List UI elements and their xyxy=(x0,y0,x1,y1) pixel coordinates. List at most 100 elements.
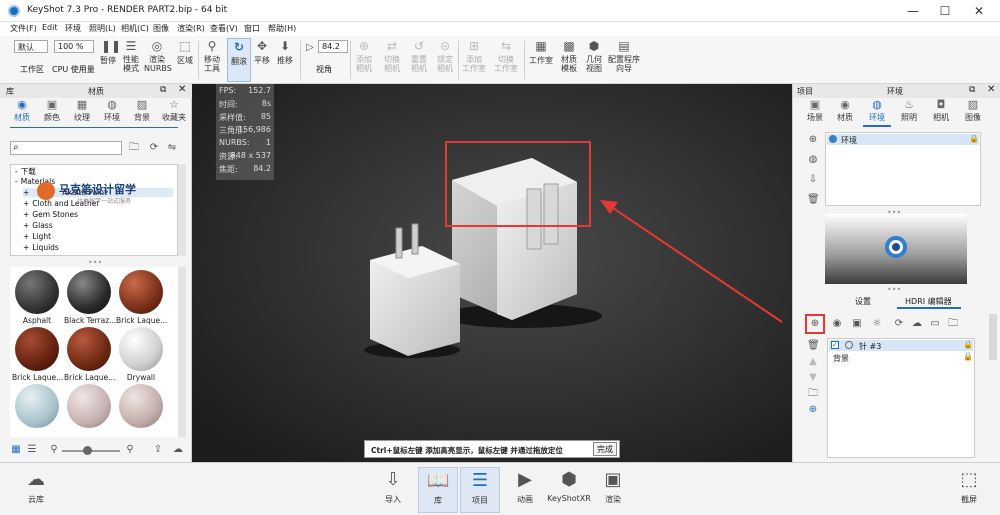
refresh-folder-icon[interactable]: ⟳ xyxy=(148,142,160,154)
tab-scene[interactable]: ▣ 场景 xyxy=(801,99,829,123)
swatch-glass-1[interactable] xyxy=(12,384,62,430)
menu-camera[interactable]: 相机(C) xyxy=(121,23,149,34)
close-panel-icon[interactable]: ✕ xyxy=(178,84,186,95)
swatch-drywall[interactable]: Drywall xyxy=(116,327,166,382)
tree-item-liquids[interactable]: + Liquids xyxy=(23,243,59,252)
field-of-view-input[interactable]: 84.2 xyxy=(318,40,348,53)
render-nurbs-button[interactable]: ◎ 渲染 NURBS xyxy=(144,38,172,82)
refresh-icon[interactable]: ⟳ xyxy=(893,318,905,330)
lock-icon[interactable]: 🔒 xyxy=(963,340,973,349)
region-button[interactable]: ⬚ 区域 xyxy=(174,38,196,82)
reset-camera-button[interactable]: ↺ 重置 相机 xyxy=(407,38,431,82)
duplicate-environment-icon[interactable]: ◍ xyxy=(807,154,819,166)
library-button[interactable]: 📖 库 xyxy=(418,467,458,513)
switch-studio-button[interactable]: ⇆ 切换 工作室 xyxy=(492,38,520,82)
lock-icon[interactable]: 🔒 xyxy=(963,352,973,361)
pin-list-item[interactable]: ✓ 针 #3 🔒 xyxy=(829,340,973,351)
add-to-library-icon[interactable]: ⇩ xyxy=(807,174,819,186)
performance-mode-button[interactable]: ☰ 性能 模式 xyxy=(120,38,142,82)
subtab-settings[interactable]: 设置 xyxy=(855,296,871,307)
project-button[interactable]: ☰ 项目 xyxy=(460,467,500,513)
tab-material[interactable]: ◉ 材质 xyxy=(831,99,859,123)
animation-button[interactable]: ▶ 动画 xyxy=(510,467,540,513)
menu-file[interactable]: 文件(F) xyxy=(10,23,37,34)
swatch-glass-3[interactable] xyxy=(116,384,166,430)
add-pin-icon[interactable]: ⊕ xyxy=(809,318,821,330)
lock-icon[interactable]: 🔒 xyxy=(969,134,979,143)
pan-button[interactable]: ✥ 平移 xyxy=(252,38,272,82)
menu-window[interactable]: 窗口 xyxy=(244,23,260,34)
menu-help[interactable]: 帮助(H) xyxy=(268,23,296,34)
target-icon[interactable]: ⊕ xyxy=(807,404,819,416)
configurator-wizard-button[interactable]: ▤ 配置程序 向导 xyxy=(607,38,641,82)
tab-lighting[interactable]: ♨ 照明 xyxy=(895,99,923,123)
delete-pin-icon[interactable]: 🗑 xyxy=(807,340,820,352)
sync-icon[interactable]: ⇋ xyxy=(166,142,178,154)
tab-materials[interactable]: ◉ 材质 xyxy=(8,99,36,123)
save-icon[interactable]: ▭ xyxy=(929,318,941,330)
add-studio-button[interactable]: ⊞ 添加 工作室 xyxy=(460,38,488,82)
studio-button[interactable]: ▦ 工作室 xyxy=(528,38,554,82)
add-camera-button[interactable]: ⊕ 添加 相机 xyxy=(352,38,376,82)
swatch-scrollbar[interactable] xyxy=(178,267,186,437)
folder-open-icon[interactable]: 🗀 xyxy=(947,318,959,330)
folder-icon[interactable]: 🗀 xyxy=(128,142,140,154)
screenshot-button[interactable]: ⬚ 截屏 xyxy=(954,467,984,513)
subtab-hdri-editor[interactable]: HDRI 编辑器 xyxy=(905,296,952,307)
tab-environment[interactable]: ◍ 环境 xyxy=(863,99,891,123)
close-panel-icon[interactable]: ✕ xyxy=(987,84,995,95)
pause-button[interactable]: ❚❚ 暂停 xyxy=(98,38,121,82)
switch-camera-button[interactable]: ⇄ 切换 相机 xyxy=(380,38,404,82)
menu-environment[interactable]: 环境 xyxy=(65,23,81,34)
tab-colors[interactable]: ▣ 颜色 xyxy=(38,99,66,123)
popout-icon[interactable]: ⧉ xyxy=(160,85,166,95)
swatch-brick-lacquer-3[interactable]: Brick Laque... xyxy=(64,327,115,382)
menu-edit[interactable]: Edit xyxy=(42,23,58,32)
menu-lighting[interactable]: 照明(L) xyxy=(89,23,116,34)
minimize-button[interactable]: — xyxy=(900,2,926,20)
tab-backplates[interactable]: ▨ 背景 xyxy=(128,99,156,123)
list-view-icon[interactable]: ☰ xyxy=(26,444,38,456)
tab-favorites[interactable]: ☆ 收藏夹 xyxy=(158,99,190,123)
workspace-select[interactable]: 默认 xyxy=(14,40,48,53)
menu-render[interactable]: 渲染(R) xyxy=(177,23,205,34)
hint-done-button[interactable]: 完成 xyxy=(593,442,617,456)
tree-item-light[interactable]: + Light xyxy=(23,232,51,241)
delete-environment-icon[interactable]: 🗑 xyxy=(807,194,820,206)
swatch-asphalt[interactable]: Asphalt xyxy=(12,270,62,325)
cloud-sync-icon[interactable]: ☁ xyxy=(172,444,184,456)
move-tool-button[interactable]: ⚲ 移动 工具 xyxy=(200,38,224,82)
maximize-button[interactable]: ☐ xyxy=(932,2,958,20)
add-pin-rect-icon[interactable]: ▣ xyxy=(851,318,863,330)
cloud-library-button[interactable]: ☁ 云库 xyxy=(18,467,54,513)
move-up-icon[interactable]: ▲ xyxy=(807,356,819,368)
tree-item-glass[interactable]: + Glass xyxy=(23,221,53,230)
tab-camera[interactable]: ◘ 相机 xyxy=(927,99,955,123)
splitter-dots[interactable]: ••• xyxy=(88,258,102,267)
tab-image[interactable]: ▨ 图像 xyxy=(959,99,987,123)
move-down-icon[interactable]: ▼ xyxy=(807,372,819,384)
menu-image[interactable]: 图像 xyxy=(153,23,169,34)
popout-icon[interactable]: ⧉ xyxy=(969,85,975,95)
add-environment-icon[interactable]: ⊕ xyxy=(807,134,819,146)
cpu-usage-select[interactable]: 100 % xyxy=(54,40,94,53)
tree-item-downloads[interactable]: - 下载 xyxy=(15,166,36,177)
material-template-button[interactable]: ▩ 材质 模板 xyxy=(557,38,581,82)
tab-environments[interactable]: ◍ 环境 xyxy=(98,99,126,123)
lock-camera-button[interactable]: ⊝ 锁定 相机 xyxy=(433,38,457,82)
pin-scrollbar[interactable] xyxy=(989,314,997,360)
cloud-icon[interactable]: ☁ xyxy=(911,318,923,330)
add-pin-image-icon[interactable]: ◉ xyxy=(831,318,843,330)
grid-view-icon[interactable]: ▦ xyxy=(10,444,22,456)
import-button[interactable]: ⇩ 导入 xyxy=(378,467,408,513)
menu-view[interactable]: 查看(V) xyxy=(210,23,238,34)
hdri-preview[interactable] xyxy=(825,214,967,284)
tree-item-gem-stones[interactable]: + Gem Stones xyxy=(23,210,78,219)
swatch-brick-lacquer-2[interactable]: Brick Laque... xyxy=(12,327,63,382)
tab-textures[interactable]: ▦ 纹理 xyxy=(68,99,96,123)
upload-icon[interactable]: ⇪ xyxy=(152,444,164,456)
library-search-input[interactable]: ⌕ xyxy=(10,141,122,155)
splitter-dots[interactable]: ••• xyxy=(887,285,901,294)
pin-checkbox[interactable]: ✓ xyxy=(831,341,839,349)
folder-icon[interactable]: 🗀 xyxy=(807,388,819,400)
